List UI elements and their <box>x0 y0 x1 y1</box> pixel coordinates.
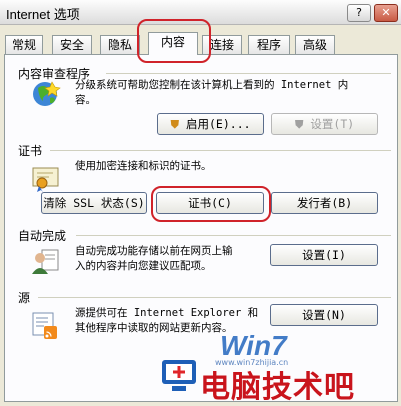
desc-line: 容。 <box>75 94 96 106</box>
tab-general[interactable]: 常规 <box>5 35 43 54</box>
tab-security[interactable]: 安全 <box>52 35 92 54</box>
certificate-icon <box>32 167 59 192</box>
enable-button[interactable]: ⛊ 启用(E)... <box>157 113 264 135</box>
autocomplete-settings-button[interactable]: 设置(I) <box>270 244 378 266</box>
close-button[interactable]: ✕ <box>374 4 398 22</box>
watermark-chinese: 电脑技术吧 <box>200 370 355 405</box>
feeds-heading: 源 <box>18 291 31 305</box>
certificates-description: 使用加密连接和标识的证书。 <box>75 160 212 172</box>
desc-line: 入的内容并向您建议匹配项。 <box>75 260 212 272</box>
window-title: Internet 选项 <box>6 7 80 22</box>
tab-content[interactable]: 内容 <box>148 32 198 55</box>
desc-line: 自动完成功能存储以前在网页上输 <box>75 245 233 257</box>
settings-label: 设置(T) <box>310 117 355 131</box>
desc-line: 源提供可在 Internet Explorer 和 <box>75 307 259 319</box>
feeds-icon <box>32 312 57 339</box>
autocomplete-heading: 自动完成 <box>18 229 67 243</box>
divider <box>76 235 391 236</box>
divider <box>38 297 391 298</box>
tab-programs[interactable]: 程序 <box>248 35 290 54</box>
tab-advanced[interactable]: 高级 <box>295 35 335 54</box>
desc-line: 分级系统可帮助您控制在该计算机上看到的 Internet 内 <box>75 79 349 91</box>
globe-icon <box>33 81 61 106</box>
shield-icon: ⛊ <box>294 117 304 131</box>
tab-strip: 常规 安全 隐私 内容 连接 程序 高级 <box>0 32 401 55</box>
divider <box>50 150 391 151</box>
enable-label: 启用(E)... <box>186 117 251 131</box>
divider <box>106 73 391 74</box>
computer-logo-icon <box>162 360 196 391</box>
content-settings-button[interactable]: ⛊ 设置(T) <box>271 113 378 135</box>
feeds-settings-button[interactable]: 设置(N) <box>270 304 378 326</box>
clear-ssl-button[interactable]: 清除 SSL 状态(S) <box>41 192 147 214</box>
help-button[interactable]: ? <box>347 4 371 22</box>
certificates-heading: 证书 <box>18 144 43 158</box>
shield-icon: ⛊ <box>170 117 180 131</box>
certificates-button[interactable]: 证书(C) <box>156 192 264 214</box>
title-bar: Internet 选项 ? ✕ <box>0 0 401 25</box>
autocomplete-icon <box>32 249 59 274</box>
tab-privacy[interactable]: 隐私 <box>100 35 140 54</box>
content-advisor-description: 分级系统可帮助您控制在该计算机上看到的 Internet 内 容。 <box>75 78 348 108</box>
tab-connections[interactable]: 连接 <box>202 35 242 54</box>
autocomplete-description: 自动完成功能存储以前在网页上输 入的内容并向您建议匹配项。 <box>75 244 233 274</box>
publishers-button[interactable]: 发行者(B) <box>271 192 378 214</box>
